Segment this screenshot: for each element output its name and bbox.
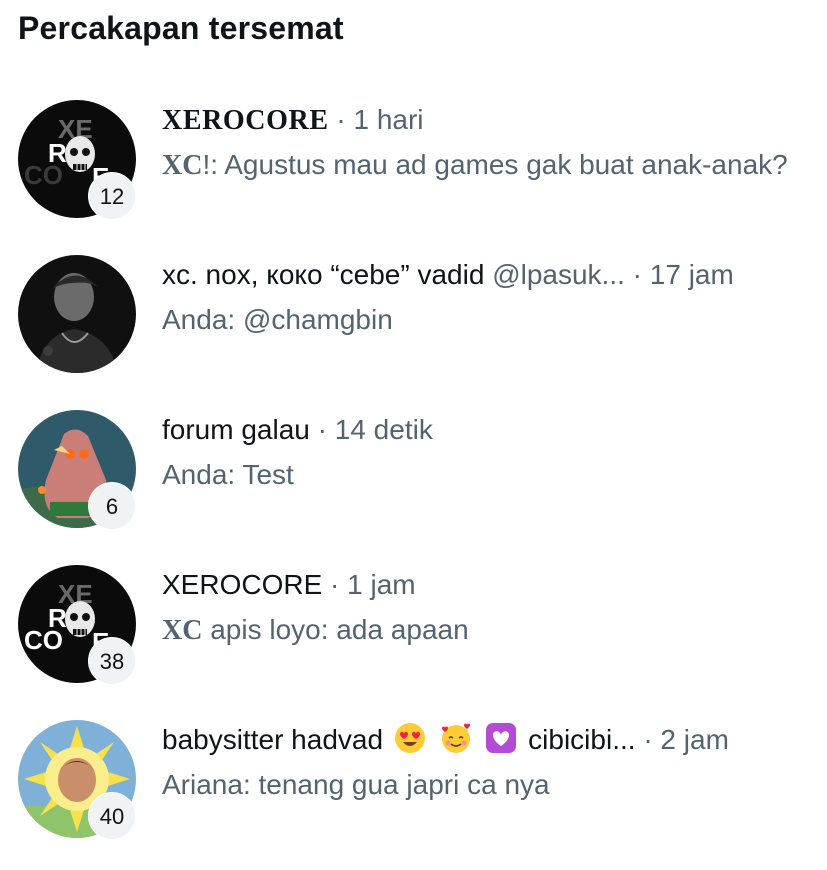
conversation-name: babysitter hadvad [162,724,384,755]
message-preview: Ariana: tenang gua japri ca nya [162,764,802,806]
conversation-name: xc. nox, коко “cebe” vadid [162,259,485,290]
timestamp: · 1 jam [330,569,416,600]
section-title: Percakapan tersemat [18,10,344,46]
preview-prefix: XC [162,615,203,646]
heart-box-emoji-icon [486,723,517,753]
unread-count-badge: 6 [88,482,136,530]
unread-count-badge: 12 [88,172,136,220]
conversation-header: babysitter hadvad cibicibi... · 2 jam [162,722,729,758]
conversation-name-suffix: cibicibi... [528,724,636,755]
avatar[interactable] [18,255,136,373]
conversation-item[interactable]: 6 forum galau · 14 detik Anda: Test [0,410,827,560]
preview-text: !: Agustus mau ad games gak buat anak-an… [202,149,788,180]
conversation-name: forum galau [162,414,310,445]
timestamp: · 17 jam [632,259,734,290]
user-handle: @lpasuk... [492,259,625,290]
conversation-item[interactable]: 40 babysitter hadvad cibicibi... · 2 jam… [0,720,827,870]
preview-text: Anda: @chamgbin [162,304,393,335]
svg-text:CO: CO [24,625,63,655]
conversation-item[interactable]: xc. nox, коко “cebe” vadid @lpasuk... · … [0,255,827,405]
smiling-hearts-emoji-icon [441,723,470,753]
timestamp: · 1 hari [336,104,424,135]
message-preview: XC!: Agustus mau ad games gak buat anak-… [162,144,802,187]
preview-prefix: XC [162,150,203,181]
unread-count-badge: 38 [88,637,136,685]
preview-text: apis loyo: ada apaan [202,614,469,645]
message-preview: Anda: @chamgbin [162,299,802,341]
conversation-name: XEROCORE [162,105,329,136]
timestamp: · 2 jam [643,724,729,755]
heart-eyes-emoji-icon [394,723,425,753]
conversation-item[interactable]: XE R CO E 38 XEROCORE · 1 jam XC apis lo… [0,565,827,715]
preview-text: Ariana: tenang gua japri ca nya [162,769,550,800]
conversation-header: xc. nox, коко “cebe” vadid @lpasuk... · … [162,257,734,293]
timestamp: · 14 detik [317,414,433,445]
preview-text: Anda: Test [162,459,294,490]
message-preview: XC apis loyo: ada apaan [162,609,802,652]
conversation-item[interactable]: XE R CO E 12 XEROCORE · 1 hari XC!: Agus… [0,100,827,250]
conversation-header: XEROCORE · 1 jam [162,567,416,603]
unread-count-badge: 40 [88,792,136,840]
svg-text:CO: CO [24,160,63,190]
person-photo-icon [18,255,136,373]
message-preview: Anda: Test [162,454,802,496]
conversation-name: XEROCORE [162,569,323,600]
conversation-header: XEROCORE · 1 hari [162,102,424,139]
conversation-header: forum galau · 14 detik [162,412,433,448]
